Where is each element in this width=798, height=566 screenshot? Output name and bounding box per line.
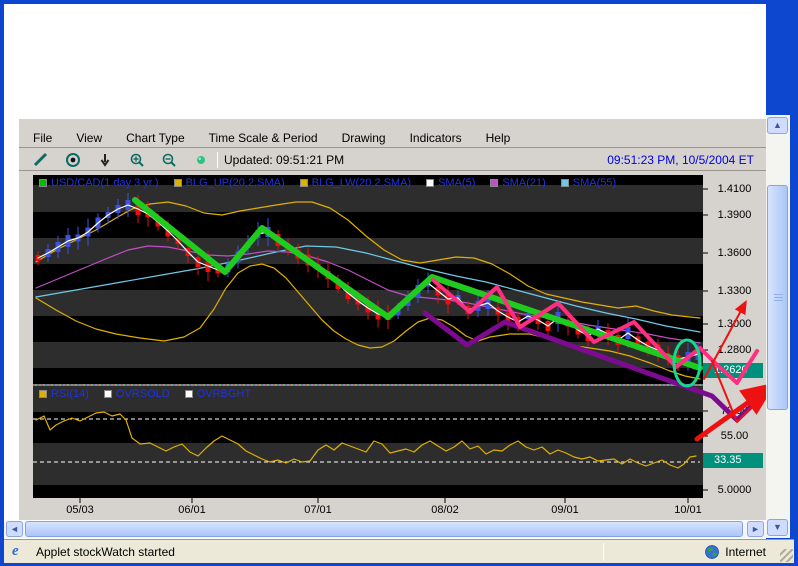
scroll-left-icon[interactable]: ◄	[6, 521, 23, 537]
legend-label: RSI(14)	[51, 388, 89, 400]
down-arrow-icon[interactable]	[93, 151, 117, 169]
legend-swatch	[174, 179, 182, 187]
legend-item: BLG_LW(20,2,SMA)	[300, 177, 411, 189]
menu-bar: File View Chart Type Time Scale & Period Dra…	[19, 128, 766, 148]
toolbar-separator	[217, 152, 218, 168]
menu-item-view[interactable]: View	[76, 131, 102, 145]
legend-swatch	[300, 179, 308, 187]
internet-zone-label: Internet	[725, 545, 766, 559]
axis-tick-label: 5.0000	[703, 484, 766, 496]
legend-item: RSI(14)	[39, 388, 89, 400]
legend-label: OVRBGHT	[197, 388, 251, 400]
axis-tick-label: 1.4100	[703, 183, 766, 195]
chart-area: USD/CAD(1 day 3 yr.) BLG_UP(20,2,SMA) BLG_…	[19, 171, 766, 520]
horizontal-scrollbar[interactable]: ◄ ►	[4, 521, 766, 538]
legend-item: OVRSOLD	[104, 388, 170, 400]
internet-explorer-icon: e	[12, 544, 28, 560]
legend-swatch	[39, 390, 47, 398]
line-tool-icon[interactable]	[29, 151, 53, 169]
horizontal-scrollbar-thumb[interactable]	[25, 521, 743, 537]
menu-item-drawing[interactable]: Drawing	[342, 131, 386, 145]
server-timestamp: 09:51:23 PM, 10/5/2004 ET	[607, 153, 754, 167]
legend-item: BLG_UP(20,2,SMA)	[174, 177, 285, 189]
legend-swatch	[561, 179, 569, 187]
scroll-down-icon[interactable]: ▼	[767, 519, 788, 536]
legend-label: SMA(55)	[573, 177, 616, 189]
legend-label: BLG_LW(20,2,SMA)	[312, 177, 411, 189]
time-axis: 05/03 06/01 07/01 08/02 09/01 10/01	[33, 497, 703, 520]
legend-swatch	[490, 179, 498, 187]
vertical-scrollbar[interactable]: ▲ ▼	[766, 115, 790, 538]
legend-label: USD/CAD(1 day 3 yr.)	[51, 177, 159, 189]
axis-tick-label: 70.00	[703, 405, 766, 417]
browser-window: File View Chart Type Time Scale & Period Dra…	[0, 0, 798, 566]
price-legend: USD/CAD(1 day 3 yr.) BLG_UP(20,2,SMA) BLG_…	[39, 177, 616, 189]
zoom-out-icon[interactable]	[157, 151, 181, 169]
vertical-scrollbar-thumb[interactable]	[767, 185, 788, 410]
stockwatch-applet: File View Chart Type Time Scale & Period Dra…	[19, 119, 766, 520]
zoom-in-icon[interactable]	[125, 151, 149, 169]
axis-tick-label: 55.00	[703, 430, 766, 442]
target-icon[interactable]	[61, 151, 85, 169]
x-axis-label: 08/02	[431, 504, 459, 516]
legend-item: OVRBGHT	[185, 388, 251, 400]
menu-item-help[interactable]: Help	[486, 131, 511, 145]
legend-item: USD/CAD(1 day 3 yr.)	[39, 177, 159, 189]
x-axis-label: 10/01	[674, 504, 702, 516]
price-panel[interactable]	[33, 175, 703, 384]
legend-swatch	[185, 390, 193, 398]
axis-tick-label: 1.3900	[703, 209, 766, 221]
legend-item: SMA(5)	[426, 177, 475, 189]
rsi-legend: RSI(14) OVRSOLD OVRBGHT	[39, 388, 251, 400]
menu-item-chart-type[interactable]: Chart Type	[126, 131, 184, 145]
scroll-right-icon[interactable]: ►	[747, 521, 764, 537]
globe-icon	[705, 545, 719, 559]
scrollbar-grip	[774, 294, 783, 303]
last-price-badge: 1.2620	[703, 363, 763, 378]
price-axis: 1.2620 33.35 1.4100 1.3900 1.3600 1.3300 1.3…	[703, 175, 766, 497]
menu-item-file[interactable]: File	[33, 131, 52, 145]
page-background: File View Chart Type Time Scale & Period Dra…	[4, 4, 766, 539]
legend-label: SMA(5)	[438, 177, 475, 189]
legend-item: SMA(55)	[561, 177, 616, 189]
status-text: Applet stockWatch started	[36, 545, 175, 559]
status-divider	[603, 543, 604, 561]
rsi-panel[interactable]	[33, 386, 703, 497]
axis-tick-label: 1.3600	[703, 247, 766, 259]
updated-label: Updated: 09:51:21 PM	[224, 153, 344, 167]
green-dot-icon[interactable]	[189, 151, 213, 169]
x-axis-label: 06/01	[178, 504, 206, 516]
legend-swatch	[104, 390, 112, 398]
x-axis-label: 05/03	[66, 504, 94, 516]
x-axis-label: 07/01	[304, 504, 332, 516]
menu-item-indicators[interactable]: Indicators	[410, 131, 462, 145]
legend-label: SMA(21)	[502, 177, 545, 189]
axis-tick-label: 1.2800	[703, 344, 766, 356]
scroll-up-icon[interactable]: ▲	[767, 117, 788, 134]
menu-item-time-scale-period[interactable]: Time Scale & Period	[209, 131, 318, 145]
x-axis-label: 09/01	[551, 504, 579, 516]
toolbar: Updated: 09:51:21 PM 09:51:23 PM, 10/5/2…	[19, 149, 766, 171]
status-bar: e Applet stockWatch started Internet	[4, 539, 794, 563]
legend-label: BLG_UP(20,2,SMA)	[186, 177, 285, 189]
resize-grip[interactable]	[780, 549, 793, 562]
last-rsi-badge: 33.35	[703, 453, 763, 468]
legend-swatch	[426, 179, 434, 187]
legend-item: SMA(21)	[490, 177, 545, 189]
axis-tick-label: 1.3000	[703, 318, 766, 330]
legend-swatch	[39, 179, 47, 187]
axis-tick-label: 1.3300	[703, 285, 766, 297]
legend-label: OVRSOLD	[116, 388, 170, 400]
